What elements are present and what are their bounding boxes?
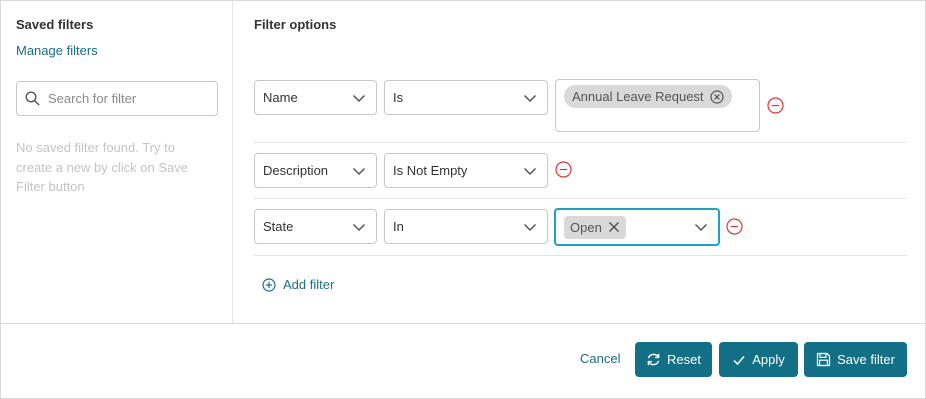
saved-filters-sidebar: Saved filters Manage filters No saved fi… — [1, 1, 233, 323]
clear-chip-icon[interactable] — [608, 221, 620, 233]
search-filter-input[interactable] — [48, 91, 208, 106]
filter-operator-select-is-not-empty[interactable]: Is Not Empty — [384, 153, 548, 188]
save-filter-label: Save filter — [837, 352, 895, 367]
search-icon — [25, 91, 40, 106]
filter-options-title: Filter options — [254, 17, 337, 32]
save-filter-button[interactable]: Save filter — [804, 342, 907, 377]
row-divider — [254, 142, 907, 143]
add-filter-button[interactable]: Add filter — [262, 277, 334, 292]
add-filter-label: Add filter — [283, 277, 335, 292]
filter-operator-value: Is — [393, 90, 404, 105]
remove-filter-icon[interactable] — [767, 97, 784, 114]
value-chip: Annual Leave Request — [564, 85, 732, 108]
filter-panel: Saved filters Manage filters No saved fi… — [0, 0, 926, 399]
chevron-down-icon — [352, 223, 366, 232]
add-circle-icon — [262, 277, 276, 292]
value-chip-label: Open — [570, 219, 602, 235]
cancel-button[interactable]: Cancel — [580, 351, 620, 366]
row-divider — [254, 198, 907, 199]
filter-value-select-state[interactable]: Open — [554, 208, 720, 246]
filter-field-select-description[interactable]: Description — [254, 153, 377, 188]
check-icon — [733, 355, 745, 365]
apply-button[interactable]: Apply — [719, 342, 798, 377]
reset-button[interactable]: Reset — [635, 342, 712, 377]
row-divider — [254, 255, 907, 256]
saved-filters-title: Saved filters — [16, 17, 94, 32]
filter-operator-value: Is Not Empty — [393, 163, 468, 178]
filter-operator-value: In — [393, 219, 404, 234]
chevron-down-icon — [694, 223, 708, 232]
apply-label: Apply — [752, 352, 785, 367]
filter-field-select-state[interactable]: State — [254, 209, 377, 244]
chevron-down-icon — [523, 223, 537, 232]
saved-filter-search[interactable] — [16, 81, 218, 116]
chevron-down-icon — [523, 167, 537, 176]
filter-operator-select-is[interactable]: Is — [384, 80, 548, 115]
remove-filter-icon[interactable] — [726, 218, 743, 235]
save-icon — [816, 352, 831, 367]
filter-field-value: Description — [263, 163, 329, 178]
value-chip-label: Annual Leave Request — [572, 89, 704, 104]
footer-divider — [1, 323, 926, 324]
chevron-down-icon — [523, 94, 537, 103]
filter-value-input-name[interactable]: Annual Leave Request — [555, 79, 760, 132]
refresh-icon — [647, 353, 660, 366]
chevron-down-icon — [352, 94, 366, 103]
value-chip: Open — [564, 215, 626, 239]
chevron-down-icon — [352, 167, 366, 176]
clear-chip-icon[interactable] — [709, 89, 724, 104]
filter-field-value: Name — [263, 90, 298, 105]
remove-filter-icon[interactable] — [555, 161, 572, 178]
filter-field-value: State — [263, 219, 294, 234]
reset-label: Reset — [667, 352, 701, 367]
manage-filters-link[interactable]: Manage filters — [16, 43, 98, 58]
filter-field-select-name[interactable]: Name — [254, 80, 377, 115]
filter-operator-select-in[interactable]: In — [384, 209, 548, 244]
no-saved-filters-message: No saved filter found. Try to create a n… — [16, 140, 188, 194]
